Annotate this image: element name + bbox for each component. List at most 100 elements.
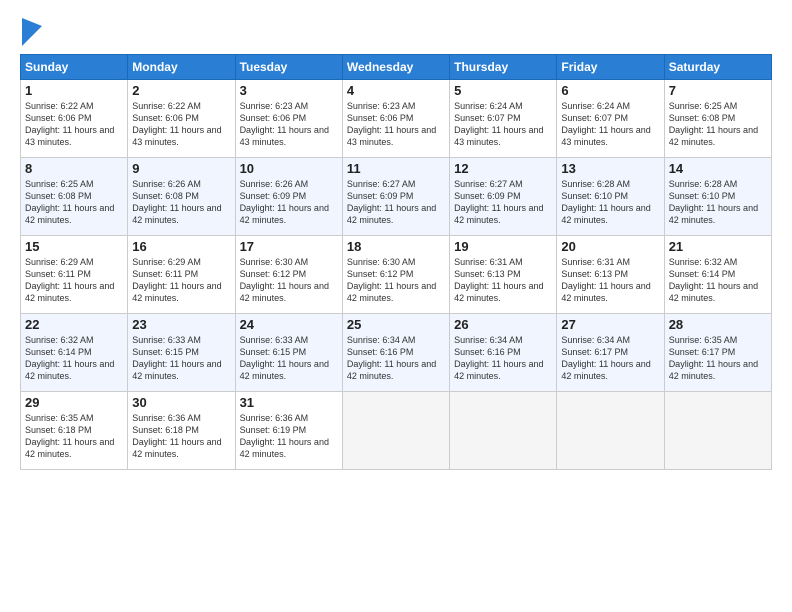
day-info: Sunrise: 6:31 AMSunset: 6:13 PMDaylight:… (454, 257, 543, 303)
day-info: Sunrise: 6:28 AMSunset: 6:10 PMDaylight:… (561, 179, 650, 225)
calendar-cell: 6 Sunrise: 6:24 AMSunset: 6:07 PMDayligh… (557, 80, 664, 158)
calendar-cell: 9 Sunrise: 6:26 AMSunset: 6:08 PMDayligh… (128, 158, 235, 236)
calendar-cell: 29 Sunrise: 6:35 AMSunset: 6:18 PMDaylig… (21, 392, 128, 470)
day-number: 1 (25, 83, 123, 98)
day-info: Sunrise: 6:25 AMSunset: 6:08 PMDaylight:… (25, 179, 114, 225)
day-number: 15 (25, 239, 123, 254)
day-number: 19 (454, 239, 552, 254)
day-number: 27 (561, 317, 659, 332)
calendar-cell: 17 Sunrise: 6:30 AMSunset: 6:12 PMDaylig… (235, 236, 342, 314)
day-info: Sunrise: 6:27 AMSunset: 6:09 PMDaylight:… (347, 179, 436, 225)
day-info: Sunrise: 6:35 AMSunset: 6:18 PMDaylight:… (25, 413, 114, 459)
day-number: 7 (669, 83, 767, 98)
day-number: 12 (454, 161, 552, 176)
calendar-cell: 15 Sunrise: 6:29 AMSunset: 6:11 PMDaylig… (21, 236, 128, 314)
day-number: 23 (132, 317, 230, 332)
day-info: Sunrise: 6:23 AMSunset: 6:06 PMDaylight:… (347, 101, 436, 147)
day-number: 30 (132, 395, 230, 410)
day-number: 3 (240, 83, 338, 98)
header (20, 18, 772, 46)
header-row: SundayMondayTuesdayWednesdayThursdayFrid… (21, 55, 772, 80)
day-number: 25 (347, 317, 445, 332)
day-info: Sunrise: 6:36 AMSunset: 6:18 PMDaylight:… (132, 413, 221, 459)
calendar-cell: 4 Sunrise: 6:23 AMSunset: 6:06 PMDayligh… (342, 80, 449, 158)
logo (20, 18, 42, 46)
calendar-cell: 12 Sunrise: 6:27 AMSunset: 6:09 PMDaylig… (450, 158, 557, 236)
day-info: Sunrise: 6:22 AMSunset: 6:06 PMDaylight:… (25, 101, 114, 147)
day-info: Sunrise: 6:22 AMSunset: 6:06 PMDaylight:… (132, 101, 221, 147)
day-number: 16 (132, 239, 230, 254)
calendar-row: 15 Sunrise: 6:29 AMSunset: 6:11 PMDaylig… (21, 236, 772, 314)
calendar-cell: 25 Sunrise: 6:34 AMSunset: 6:16 PMDaylig… (342, 314, 449, 392)
day-info: Sunrise: 6:34 AMSunset: 6:17 PMDaylight:… (561, 335, 650, 381)
day-number: 31 (240, 395, 338, 410)
calendar-cell: 21 Sunrise: 6:32 AMSunset: 6:14 PMDaylig… (664, 236, 771, 314)
calendar-row: 29 Sunrise: 6:35 AMSunset: 6:18 PMDaylig… (21, 392, 772, 470)
day-number: 28 (669, 317, 767, 332)
day-info: Sunrise: 6:29 AMSunset: 6:11 PMDaylight:… (25, 257, 114, 303)
day-info: Sunrise: 6:33 AMSunset: 6:15 PMDaylight:… (240, 335, 329, 381)
calendar-cell: 27 Sunrise: 6:34 AMSunset: 6:17 PMDaylig… (557, 314, 664, 392)
day-number: 21 (669, 239, 767, 254)
day-info: Sunrise: 6:26 AMSunset: 6:08 PMDaylight:… (132, 179, 221, 225)
day-info: Sunrise: 6:24 AMSunset: 6:07 PMDaylight:… (454, 101, 543, 147)
day-info: Sunrise: 6:24 AMSunset: 6:07 PMDaylight:… (561, 101, 650, 147)
calendar-cell (450, 392, 557, 470)
weekday-header: Thursday (450, 55, 557, 80)
weekday-header: Tuesday (235, 55, 342, 80)
day-number: 4 (347, 83, 445, 98)
day-number: 10 (240, 161, 338, 176)
day-number: 6 (561, 83, 659, 98)
day-info: Sunrise: 6:34 AMSunset: 6:16 PMDaylight:… (347, 335, 436, 381)
calendar-cell: 23 Sunrise: 6:33 AMSunset: 6:15 PMDaylig… (128, 314, 235, 392)
day-number: 14 (669, 161, 767, 176)
calendar-cell: 22 Sunrise: 6:32 AMSunset: 6:14 PMDaylig… (21, 314, 128, 392)
calendar-table: SundayMondayTuesdayWednesdayThursdayFrid… (20, 54, 772, 470)
day-info: Sunrise: 6:34 AMSunset: 6:16 PMDaylight:… (454, 335, 543, 381)
calendar-cell: 1 Sunrise: 6:22 AMSunset: 6:06 PMDayligh… (21, 80, 128, 158)
day-info: Sunrise: 6:36 AMSunset: 6:19 PMDaylight:… (240, 413, 329, 459)
logo-icon (22, 18, 42, 46)
day-info: Sunrise: 6:30 AMSunset: 6:12 PMDaylight:… (347, 257, 436, 303)
day-number: 9 (132, 161, 230, 176)
calendar-row: 22 Sunrise: 6:32 AMSunset: 6:14 PMDaylig… (21, 314, 772, 392)
day-number: 17 (240, 239, 338, 254)
day-info: Sunrise: 6:26 AMSunset: 6:09 PMDaylight:… (240, 179, 329, 225)
calendar-cell: 19 Sunrise: 6:31 AMSunset: 6:13 PMDaylig… (450, 236, 557, 314)
day-info: Sunrise: 6:33 AMSunset: 6:15 PMDaylight:… (132, 335, 221, 381)
calendar-cell: 8 Sunrise: 6:25 AMSunset: 6:08 PMDayligh… (21, 158, 128, 236)
day-number: 26 (454, 317, 552, 332)
day-info: Sunrise: 6:32 AMSunset: 6:14 PMDaylight:… (25, 335, 114, 381)
day-info: Sunrise: 6:27 AMSunset: 6:09 PMDaylight:… (454, 179, 543, 225)
calendar-cell: 20 Sunrise: 6:31 AMSunset: 6:13 PMDaylig… (557, 236, 664, 314)
page: SundayMondayTuesdayWednesdayThursdayFrid… (0, 0, 792, 612)
day-number: 20 (561, 239, 659, 254)
calendar-cell (557, 392, 664, 470)
weekday-header: Friday (557, 55, 664, 80)
calendar-cell: 24 Sunrise: 6:33 AMSunset: 6:15 PMDaylig… (235, 314, 342, 392)
day-number: 8 (25, 161, 123, 176)
calendar-cell: 3 Sunrise: 6:23 AMSunset: 6:06 PMDayligh… (235, 80, 342, 158)
weekday-header: Monday (128, 55, 235, 80)
calendar-cell: 28 Sunrise: 6:35 AMSunset: 6:17 PMDaylig… (664, 314, 771, 392)
day-info: Sunrise: 6:23 AMSunset: 6:06 PMDaylight:… (240, 101, 329, 147)
weekday-header: Sunday (21, 55, 128, 80)
calendar-row: 8 Sunrise: 6:25 AMSunset: 6:08 PMDayligh… (21, 158, 772, 236)
calendar-cell: 14 Sunrise: 6:28 AMSunset: 6:10 PMDaylig… (664, 158, 771, 236)
calendar-cell: 2 Sunrise: 6:22 AMSunset: 6:06 PMDayligh… (128, 80, 235, 158)
day-number: 29 (25, 395, 123, 410)
day-info: Sunrise: 6:30 AMSunset: 6:12 PMDaylight:… (240, 257, 329, 303)
day-info: Sunrise: 6:32 AMSunset: 6:14 PMDaylight:… (669, 257, 758, 303)
day-info: Sunrise: 6:25 AMSunset: 6:08 PMDaylight:… (669, 101, 758, 147)
calendar-cell: 18 Sunrise: 6:30 AMSunset: 6:12 PMDaylig… (342, 236, 449, 314)
day-number: 24 (240, 317, 338, 332)
calendar-cell: 10 Sunrise: 6:26 AMSunset: 6:09 PMDaylig… (235, 158, 342, 236)
calendar-cell: 11 Sunrise: 6:27 AMSunset: 6:09 PMDaylig… (342, 158, 449, 236)
calendar-cell: 16 Sunrise: 6:29 AMSunset: 6:11 PMDaylig… (128, 236, 235, 314)
calendar-cell: 30 Sunrise: 6:36 AMSunset: 6:18 PMDaylig… (128, 392, 235, 470)
weekday-header: Saturday (664, 55, 771, 80)
day-number: 22 (25, 317, 123, 332)
calendar-cell: 7 Sunrise: 6:25 AMSunset: 6:08 PMDayligh… (664, 80, 771, 158)
day-number: 13 (561, 161, 659, 176)
day-info: Sunrise: 6:29 AMSunset: 6:11 PMDaylight:… (132, 257, 221, 303)
